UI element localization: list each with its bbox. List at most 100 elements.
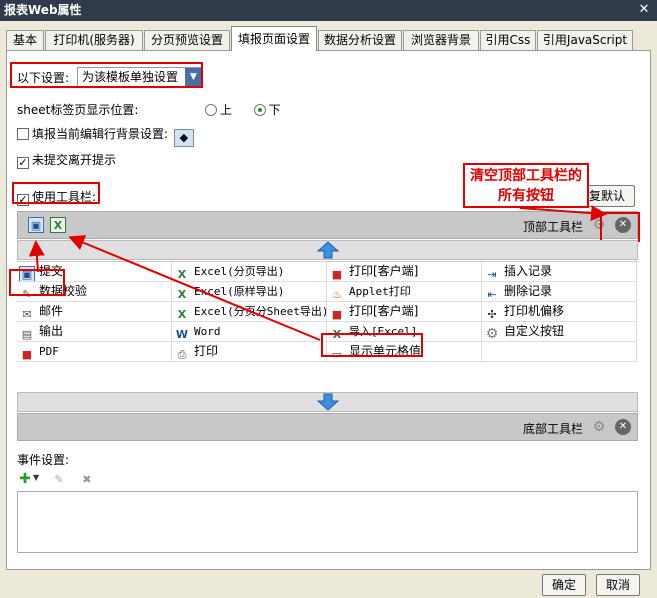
grid-label: Applet打印 <box>349 285 411 298</box>
pdf-icon: ■ <box>21 348 33 361</box>
java-icon: ♨ <box>332 288 342 301</box>
grid-cell-insert-record[interactable]: ⇥ 插入记录 <box>482 262 637 282</box>
radio-down-label: 下 <box>268 103 281 117</box>
grid-label: 打印[客户端] <box>349 264 419 278</box>
edit-row-bg-checkbox[interactable] <box>17 128 29 140</box>
close-icon[interactable]: ✕ <box>637 3 651 17</box>
tab-fill-page[interactable]: 填报页面设置 <box>231 26 317 51</box>
word-icon: W <box>175 328 189 341</box>
tab-data-analysis[interactable]: 数据分析设置 <box>318 30 402 50</box>
sheet-position-options: 上 下 <box>205 101 281 118</box>
tab-page-preview[interactable]: 分页预览设置 <box>144 30 230 50</box>
insert-record-icon: ⇥ <box>487 268 497 281</box>
buttons-grid: ▣ 提交 X Excel(分页导出) ■ 打印[客户端] ⇥ 插入记录 ✎ 数据校验 XE… <box>17 261 638 376</box>
unsubmitted-prompt-row: ✓ 未提交离开提示 <box>17 151 116 169</box>
grid-cell-print-client[interactable]: ■ 打印[客户端] <box>327 262 482 282</box>
events-label: 事件设置: <box>17 453 70 467</box>
mail-icon: ✉ <box>22 308 32 321</box>
edit-row-bg-label: 填报当前编辑行背景设置: <box>32 127 169 141</box>
grid-cell-output[interactable]: ▤ 输出 <box>17 322 172 342</box>
move-up-strip[interactable] <box>17 240 638 260</box>
grid-label: PDF <box>39 345 59 358</box>
annotation-scope-box <box>10 62 203 88</box>
settings-panel: 以下设置: 为该模板单独设置 ▼ sheet标签页显示位置: 上 下 填报当前编… <box>6 50 651 570</box>
excel-icon: X <box>177 288 187 301</box>
grid-label: 自定义按钮 <box>504 324 565 338</box>
tab-css[interactable]: 引用Css <box>480 30 536 50</box>
grid-label: Word <box>194 325 221 338</box>
annotation-toolbar-box <box>12 182 100 204</box>
grid-label: 插入记录 <box>504 264 553 278</box>
grid-cell-pdf[interactable]: ■ PDF <box>17 342 172 362</box>
events-list[interactable] <box>17 491 638 553</box>
window-titlebar: 报表Web属性 ✕ <box>0 0 657 21</box>
window-title: 报表Web属性 <box>4 3 82 17</box>
grid-cell-empty <box>482 342 637 362</box>
grid-label: Excel(分页分Sheet导出) <box>194 305 327 318</box>
paint-bucket-icon[interactable]: ◆ <box>173 129 194 147</box>
radio-down[interactable] <box>253 104 266 116</box>
grid-cell-applet-print[interactable]: ♨ Applet打印 <box>327 282 482 302</box>
grid-label: 打印 <box>194 344 219 358</box>
grid-cell-delete-record[interactable]: ⇤ 删除记录 <box>482 282 637 302</box>
grid-cell-excel-original[interactable]: X Excel(原样导出) <box>172 282 327 302</box>
delete-icon[interactable]: ✖ <box>79 472 95 488</box>
excel-icon: X <box>177 308 187 321</box>
grid-cell-custom-button[interactable]: ⚙ 自定义按钮 <box>482 322 637 342</box>
grid-cell-excel-page[interactable]: X Excel(分页导出) <box>172 262 327 282</box>
grid-cell-printer-offset[interactable]: ✣ 打印机偏移 <box>482 302 637 322</box>
unsubmitted-prompt-label: 未提交离开提示 <box>32 153 117 167</box>
grid-label: Excel(分页导出) <box>194 265 285 278</box>
arrow-down-icon[interactable] <box>316 393 340 411</box>
tab-basic[interactable]: 基本 <box>6 30 44 50</box>
annotation-submit-box <box>9 269 65 296</box>
move-icon: ✣ <box>487 308 497 321</box>
cancel-button[interactable]: 取消 <box>596 574 640 596</box>
grid-label: 删除记录 <box>504 284 553 298</box>
excel-icon: X <box>177 268 187 281</box>
grid-cell-email[interactable]: ✉ 邮件 <box>17 302 172 322</box>
add-dropdown-icon[interactable]: ▼ <box>33 473 39 482</box>
grid-cell-print[interactable]: ⎙ 打印 <box>172 342 327 362</box>
grid-cell-word[interactable]: W Word <box>172 322 327 342</box>
excel-icon[interactable]: X <box>50 217 66 233</box>
add-icon[interactable]: ✚ <box>17 471 33 487</box>
top-toolbar-bar: ▣ X 顶部工具栏 ⚙ ✕ <box>17 211 638 239</box>
save-icon[interactable]: ▣ <box>28 217 44 233</box>
edit-row-bg-row: 填报当前编辑行背景设置: ◆ <box>17 125 194 147</box>
grid-label: Excel(原样导出) <box>194 285 285 298</box>
gear-icon: ⚙ <box>485 326 499 342</box>
sheet-position-row: sheet标签页显示位置: <box>17 101 138 118</box>
delete-record-icon: ⇤ <box>487 288 497 301</box>
grid-label: 邮件 <box>39 304 64 318</box>
printer-icon: ⎙ <box>177 348 187 361</box>
grid-cell-print-client-2[interactable]: ■ 打印[客户端] <box>327 302 482 322</box>
radio-up-label: 上 <box>220 103 233 117</box>
grid-label: 输出 <box>39 324 64 338</box>
gear-icon[interactable]: ⚙ <box>591 419 607 435</box>
events-toolbar: ✚ ▼ ✎ ✖ <box>17 469 95 488</box>
clear-icon[interactable]: ✕ <box>615 419 631 435</box>
bottom-toolbar-label: 底部工具栏 <box>522 422 583 436</box>
tab-printer[interactable]: 打印机(服务器) <box>45 30 143 50</box>
pdf-print-icon: ■ <box>331 268 343 281</box>
bottom-toolbar-bar: 底部工具栏 ⚙ ✕ <box>17 413 638 441</box>
sheet-position-label: sheet标签页显示位置: <box>17 103 139 117</box>
arrow-up-icon[interactable] <box>316 241 340 259</box>
annotation-import-box <box>321 333 423 357</box>
pdf-print-icon: ■ <box>331 308 343 321</box>
document-icon: ▤ <box>21 328 33 341</box>
tab-javascript[interactable]: 引用JavaScript <box>537 30 633 50</box>
move-down-strip[interactable] <box>17 392 638 412</box>
grid-label: 打印[客户端] <box>349 304 419 318</box>
unsubmitted-prompt-checkbox[interactable]: ✓ <box>17 157 29 169</box>
grid-cell-excel-sheet[interactable]: X Excel(分页分Sheet导出) <box>172 302 327 322</box>
radio-up[interactable] <box>205 104 217 116</box>
annotation-clear-box <box>600 212 640 242</box>
grid-label: 打印机偏移 <box>504 304 565 318</box>
top-toolbar-label: 顶部工具栏 <box>522 220 583 234</box>
edit-icon[interactable]: ✎ <box>51 472 67 488</box>
ok-button[interactable]: 确定 <box>542 574 586 596</box>
annotation-callout: 清空顶部工具栏的所有按钮 <box>463 163 589 208</box>
tab-browser-bg[interactable]: 浏览器背景 <box>403 30 479 50</box>
